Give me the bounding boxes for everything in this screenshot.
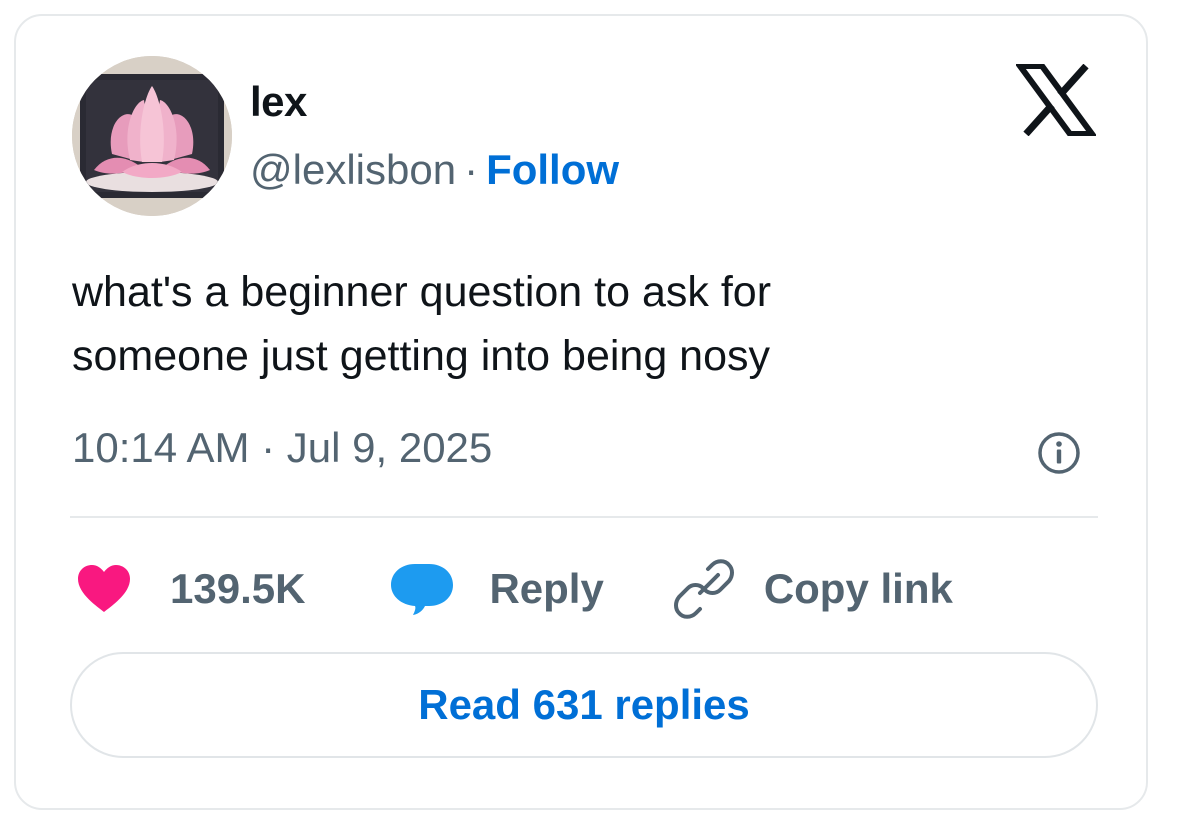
- read-replies-button[interactable]: Read 631 replies: [70, 652, 1098, 758]
- follow-button[interactable]: Follow: [486, 146, 619, 193]
- info-icon[interactable]: [1036, 430, 1082, 476]
- copy-link-label: Copy link: [763, 565, 953, 612]
- like-button[interactable]: 139.5K: [76, 564, 305, 614]
- tweet-text-line: someone just getting into being nosy: [72, 332, 771, 380]
- action-bar: 139.5K Reply Copy link: [76, 556, 953, 622]
- like-count: 139.5K: [170, 565, 306, 612]
- tweet-timestamp[interactable]: 10:14 AM · Jul 9, 2025: [72, 424, 492, 472]
- author-name[interactable]: lex: [250, 78, 307, 126]
- handle-separator: ·: [464, 146, 479, 193]
- link-icon: [673, 559, 734, 619]
- tweet-text: what's a beginner question to ask for so…: [72, 260, 1072, 388]
- copy-link-button[interactable]: Copy link: [673, 559, 953, 619]
- reply-bubble-icon: [391, 564, 454, 615]
- reply-label: Reply: [489, 565, 604, 612]
- lotus-avatar-image: [72, 56, 232, 216]
- author-handle[interactable]: @lexlisbon: [250, 146, 456, 193]
- tweet-text-line: what's a beginner question to ask for: [72, 268, 772, 316]
- x-logo-icon[interactable]: [1014, 63, 1098, 137]
- divider: [70, 516, 1098, 518]
- author-handle-row: @lexlisbon · Follow: [250, 146, 619, 194]
- tweet-card: lex @lexlisbon · Follow what's a beginner …: [14, 14, 1148, 810]
- avatar[interactable]: [72, 56, 232, 216]
- heart-icon: [78, 565, 130, 612]
- reply-button[interactable]: Reply: [389, 562, 604, 616]
